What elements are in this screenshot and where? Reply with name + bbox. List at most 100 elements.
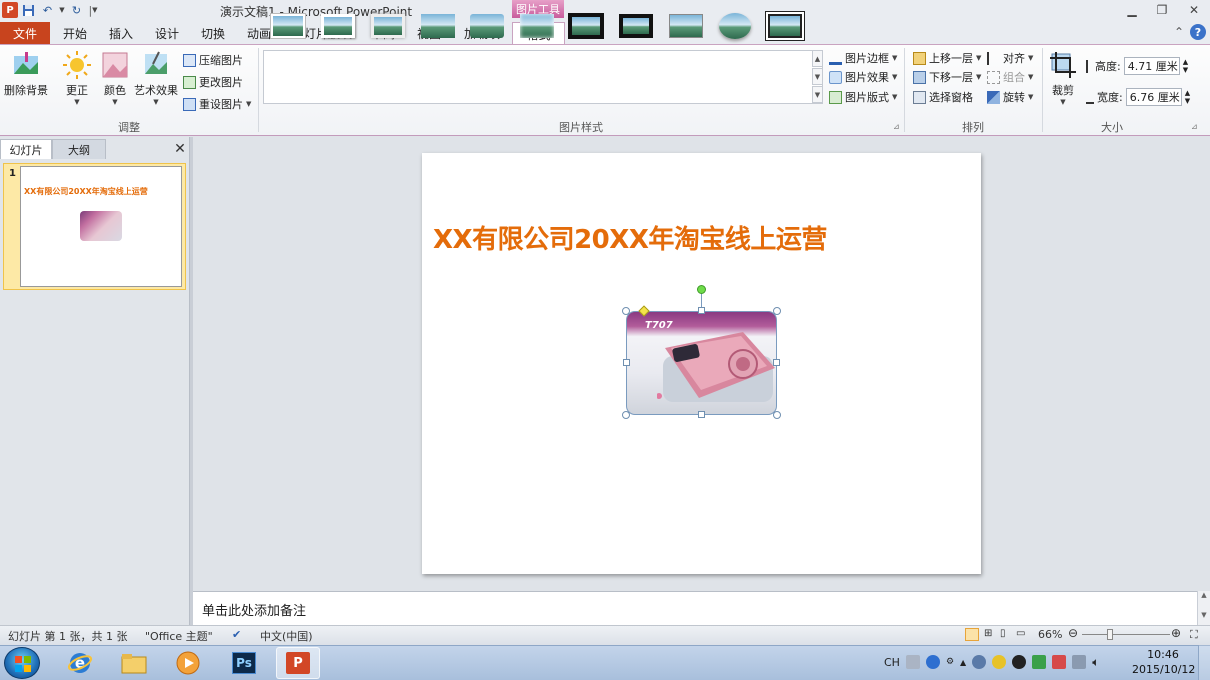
- internet-explorer-taskbar-button[interactable]: e: [58, 647, 102, 679]
- help-tray-icon[interactable]: [925, 655, 940, 669]
- compress-pictures-button[interactable]: 压缩图片: [183, 51, 243, 69]
- picture-effects-button[interactable]: 图片效果 ▼: [829, 68, 897, 86]
- zoom-slider-knob[interactable]: [1107, 629, 1113, 640]
- style-reflected-rounded[interactable]: [467, 10, 507, 42]
- tab-insert[interactable]: 插入: [102, 22, 140, 44]
- save-icon[interactable]: [20, 2, 37, 19]
- notes-pane[interactable]: [193, 591, 1197, 625]
- resize-handle-bottom-right[interactable]: [773, 411, 781, 419]
- user-tray-icon[interactable]: [972, 655, 987, 669]
- undo-icon[interactable]: ↶: [39, 2, 56, 19]
- selection-pane-button[interactable]: 选择窗格: [913, 88, 973, 106]
- network-icon[interactable]: [1072, 655, 1087, 669]
- powerpoint-app-icon[interactable]: P: [2, 2, 18, 18]
- style-soft-frame[interactable]: [368, 10, 408, 42]
- notes-placeholder[interactable]: 单击此处添加备注: [202, 600, 306, 619]
- artistic-effects-button[interactable]: 艺术效果 ▼: [134, 50, 178, 106]
- clock[interactable]: 10:46 2015/10/12: [1132, 647, 1195, 677]
- gallery-scroll-down[interactable]: ▼: [812, 68, 823, 85]
- slide-sorter-view-icon[interactable]: ⊞: [984, 628, 992, 639]
- close-pane-icon[interactable]: ✕: [170, 141, 190, 157]
- help-icon[interactable]: ?: [1190, 24, 1206, 40]
- resize-handle-right[interactable]: [773, 359, 780, 366]
- resize-handle-top-left[interactable]: [622, 307, 630, 315]
- style-oval[interactable]: [715, 10, 755, 42]
- close-button[interactable]: ✕: [1180, 0, 1208, 20]
- resize-handle-top[interactable]: [698, 307, 705, 314]
- start-button[interactable]: [4, 647, 40, 679]
- zoom-level[interactable]: 66%: [1038, 628, 1062, 641]
- style-double-frame[interactable]: [765, 10, 805, 42]
- style-black-frame[interactable]: [616, 10, 656, 42]
- send-backward-button[interactable]: 下移一层 ▼: [913, 68, 981, 86]
- style-soft-edge[interactable]: [517, 10, 557, 42]
- zoom-in-icon[interactable]: ⊕: [1171, 626, 1181, 640]
- show-hidden-icons[interactable]: ▲: [960, 658, 966, 667]
- tab-outline[interactable]: 大纲: [52, 139, 106, 159]
- network-error-icon[interactable]: [1052, 655, 1067, 669]
- file-explorer-taskbar-button[interactable]: [112, 647, 156, 679]
- group-button[interactable]: 组合 ▼: [987, 68, 1033, 86]
- theme-status[interactable]: "Office 主题": [145, 628, 213, 644]
- show-desktop-button[interactable]: [1198, 645, 1210, 680]
- volume-icon[interactable]: 🔈︎: [1092, 655, 1099, 670]
- minimize-button[interactable]: ▁: [1118, 0, 1146, 20]
- zoom-out-icon[interactable]: ⊖: [1068, 626, 1078, 640]
- height-spinner[interactable]: ▲ ▼: [1183, 58, 1188, 74]
- qq-icon[interactable]: [1012, 655, 1027, 669]
- shield-icon[interactable]: [1032, 655, 1047, 669]
- picture-layout-button[interactable]: 图片版式 ▼: [829, 88, 897, 106]
- scroll-down-icon[interactable]: ▼: [1198, 611, 1210, 619]
- bring-forward-button[interactable]: 上移一层 ▼: [913, 49, 981, 67]
- reset-picture-button[interactable]: 重设图片 ▼: [183, 95, 251, 113]
- tab-design[interactable]: 设计: [148, 22, 186, 44]
- keyboard-icon[interactable]: [905, 655, 920, 669]
- language-status[interactable]: 中文(中国): [260, 628, 313, 644]
- tab-home[interactable]: 开始: [56, 22, 94, 44]
- reading-view-icon[interactable]: ▯: [1000, 628, 1006, 639]
- gallery-more-button[interactable]: ▼: [812, 86, 823, 103]
- ime-settings-icon[interactable]: ⚙: [946, 657, 954, 667]
- remove-background-button[interactable]: 删除背景: [4, 50, 48, 98]
- size-dialog-launcher-icon[interactable]: ⊿: [1191, 122, 1198, 131]
- minimize-ribbon-icon[interactable]: ⌃: [1174, 25, 1184, 39]
- style-bevel[interactable]: [666, 10, 706, 42]
- change-picture-button[interactable]: 更改图片: [183, 73, 243, 91]
- picture-border-button[interactable]: 图片边框 ▼: [829, 49, 897, 67]
- tab-transitions[interactable]: 切换: [194, 22, 232, 44]
- undo-dropdown-icon[interactable]: ▼: [58, 2, 66, 19]
- notes-scrollbar[interactable]: ▲ ▼: [1197, 591, 1210, 625]
- style-white-frame[interactable]: [318, 10, 358, 42]
- style-simple-frame[interactable]: [268, 10, 308, 42]
- normal-view-icon[interactable]: [965, 628, 979, 641]
- align-button[interactable]: 对齐 ▼: [987, 49, 1033, 67]
- style-thick-black-frame[interactable]: [566, 10, 606, 42]
- slideshow-view-icon[interactable]: ▭: [1016, 628, 1025, 639]
- resize-handle-bottom[interactable]: [698, 411, 705, 418]
- rotate-button[interactable]: 旋转 ▼: [987, 88, 1033, 106]
- gallery-scroll-up[interactable]: ▲: [812, 50, 823, 67]
- media-player-taskbar-button[interactable]: [166, 647, 210, 679]
- resize-handle-bottom-left[interactable]: [622, 411, 630, 419]
- tab-slides[interactable]: 幻灯片: [0, 139, 52, 159]
- redo-icon[interactable]: ↻: [68, 2, 85, 19]
- customize-qat-icon[interactable]: | ▼: [87, 2, 99, 19]
- crop-button[interactable]: 裁剪 ▼: [1048, 50, 1078, 106]
- color-button[interactable]: 颜色 ▼: [100, 50, 130, 106]
- restore-button[interactable]: ❐: [1148, 0, 1176, 20]
- spell-check-icon[interactable]: ✔: [232, 628, 241, 641]
- height-input[interactable]: 4.71 厘米: [1123, 57, 1180, 75]
- photoshop-taskbar-button[interactable]: Ps: [222, 647, 266, 679]
- powerpoint-taskbar-button[interactable]: P: [276, 647, 320, 679]
- width-spinner[interactable]: ▲ ▼: [1185, 89, 1190, 105]
- style-reflected[interactable]: [418, 10, 458, 42]
- zoom-slider[interactable]: [1082, 634, 1170, 635]
- tab-file[interactable]: 文件: [0, 22, 50, 44]
- corrections-button[interactable]: 更正 ▼: [62, 50, 92, 106]
- resize-handle-top-right[interactable]: [773, 307, 781, 315]
- width-input[interactable]: 6.76 厘米: [1125, 88, 1182, 106]
- rotation-handle[interactable]: [697, 285, 706, 294]
- ime-indicator[interactable]: CH: [884, 656, 900, 669]
- scroll-up-icon[interactable]: ▲: [1198, 591, 1210, 599]
- security-tray-icon[interactable]: [992, 655, 1007, 669]
